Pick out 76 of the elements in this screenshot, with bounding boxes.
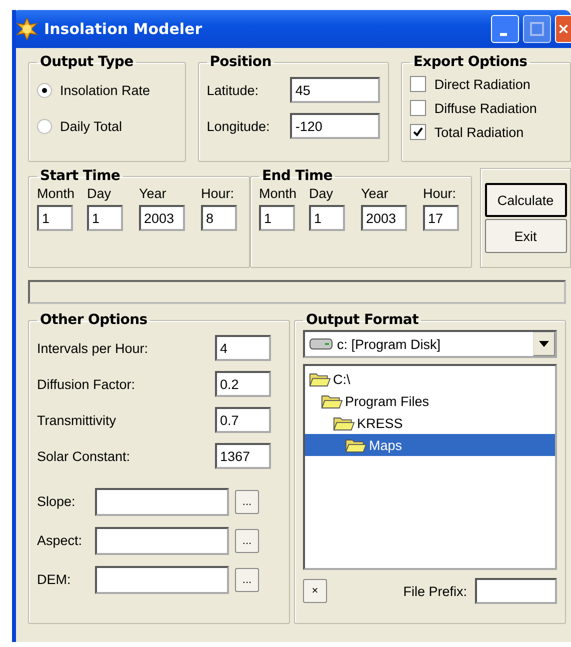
- input-field[interactable]: 0.2: [215, 371, 271, 397]
- folder-item[interactable]: Program Files: [305, 390, 555, 412]
- field-label: Diffusion Factor:: [37, 376, 136, 392]
- group-title: End Time: [261, 168, 334, 184]
- input-field[interactable]: 45: [290, 77, 380, 103]
- checkbox[interactable]: [410, 76, 426, 92]
- input-field[interactable]: 2003: [361, 205, 407, 231]
- input-field[interactable]: [95, 526, 229, 554]
- input-field[interactable]: 0.7: [215, 407, 271, 433]
- input-field[interactable]: 17: [423, 205, 459, 231]
- close-button[interactable]: [555, 15, 571, 43]
- field-label: DEM:: [37, 572, 72, 587]
- input-field[interactable]: 8: [201, 205, 237, 231]
- folder-icon: [345, 436, 367, 454]
- maximize-button[interactable]: [523, 15, 551, 43]
- push-button[interactable]: Calculate: [484, 183, 566, 217]
- sun-icon: [16, 18, 38, 40]
- input-field[interactable]: 1: [259, 205, 295, 231]
- input-field[interactable]: 4: [215, 335, 271, 361]
- browse-button[interactable]: ...: [235, 528, 259, 552]
- folder-item[interactable]: C:\: [305, 368, 555, 390]
- folder-icon: [309, 370, 331, 388]
- field-label: Slope:: [37, 494, 76, 509]
- input-field[interactable]: -120: [290, 113, 380, 139]
- checkbox[interactable]: [410, 124, 426, 140]
- field-label: File Prefix:: [403, 584, 467, 598]
- input-field[interactable]: [95, 566, 229, 594]
- radio-button[interactable]: [37, 82, 52, 98]
- checkbox[interactable]: [410, 100, 426, 116]
- checkbox-label: Total Radiation: [434, 124, 524, 140]
- minimize-icon: [500, 32, 506, 36]
- group-title: Start Time: [39, 168, 122, 184]
- folder-item[interactable]: Maps: [305, 434, 555, 456]
- group-title: Export Options: [412, 54, 528, 70]
- field-label: Day: [87, 186, 112, 201]
- push-button[interactable]: Exit: [484, 219, 566, 253]
- input-field[interactable]: 2003: [139, 205, 185, 231]
- drive-dropdown[interactable]: c: [Program Disk]: [303, 330, 557, 358]
- radio-label: Insolation Rate: [60, 82, 150, 98]
- input-field[interactable]: 1: [87, 205, 123, 231]
- field-label: Transmittivity: [37, 412, 116, 428]
- field-label: Latitude:: [206, 82, 258, 98]
- radio-button[interactable]: [37, 118, 52, 134]
- radio-label: Daily Total: [60, 118, 122, 134]
- field-label: Solar Constant:: [37, 448, 130, 464]
- folder-icon: [333, 414, 355, 432]
- maximize-icon: [527, 19, 547, 39]
- folder-icon: [321, 392, 343, 410]
- checkbox-label: Diffuse Radiation: [434, 100, 537, 116]
- input-field[interactable]: 1: [37, 205, 73, 231]
- field-label: Month: [259, 186, 298, 201]
- clear-button[interactable]: ×: [303, 579, 327, 603]
- field-label: Aspect:: [37, 533, 84, 548]
- input-field[interactable]: [95, 488, 229, 516]
- field-label: Year: [361, 186, 390, 201]
- input-field[interactable]: 1367: [215, 443, 271, 469]
- field-label: Longitude:: [206, 118, 270, 134]
- field-label: Day: [309, 186, 334, 201]
- field-label: Year: [139, 186, 168, 201]
- browse-button[interactable]: ...: [235, 568, 259, 592]
- folder-item[interactable]: KRESS: [305, 412, 555, 434]
- checkbox-label: Direct Radiation: [434, 76, 530, 92]
- browse-button[interactable]: ...: [235, 490, 259, 514]
- input-field[interactable]: [475, 578, 557, 604]
- field-label: Month: [37, 186, 76, 201]
- drive-icon: [309, 337, 333, 351]
- group-title: Output Type: [39, 54, 134, 70]
- field-label: Intervals per Hour:: [37, 340, 148, 356]
- group-title: Output Format: [305, 312, 420, 328]
- group-title: Position: [208, 54, 272, 70]
- field-label: Hour:: [201, 186, 236, 201]
- minimize-button[interactable]: [491, 15, 519, 43]
- field-label: Hour:: [423, 186, 458, 201]
- input-field[interactable]: 1: [309, 205, 345, 231]
- group-title: Other Options: [39, 312, 148, 328]
- window-title: Insolation Modeler: [44, 20, 202, 38]
